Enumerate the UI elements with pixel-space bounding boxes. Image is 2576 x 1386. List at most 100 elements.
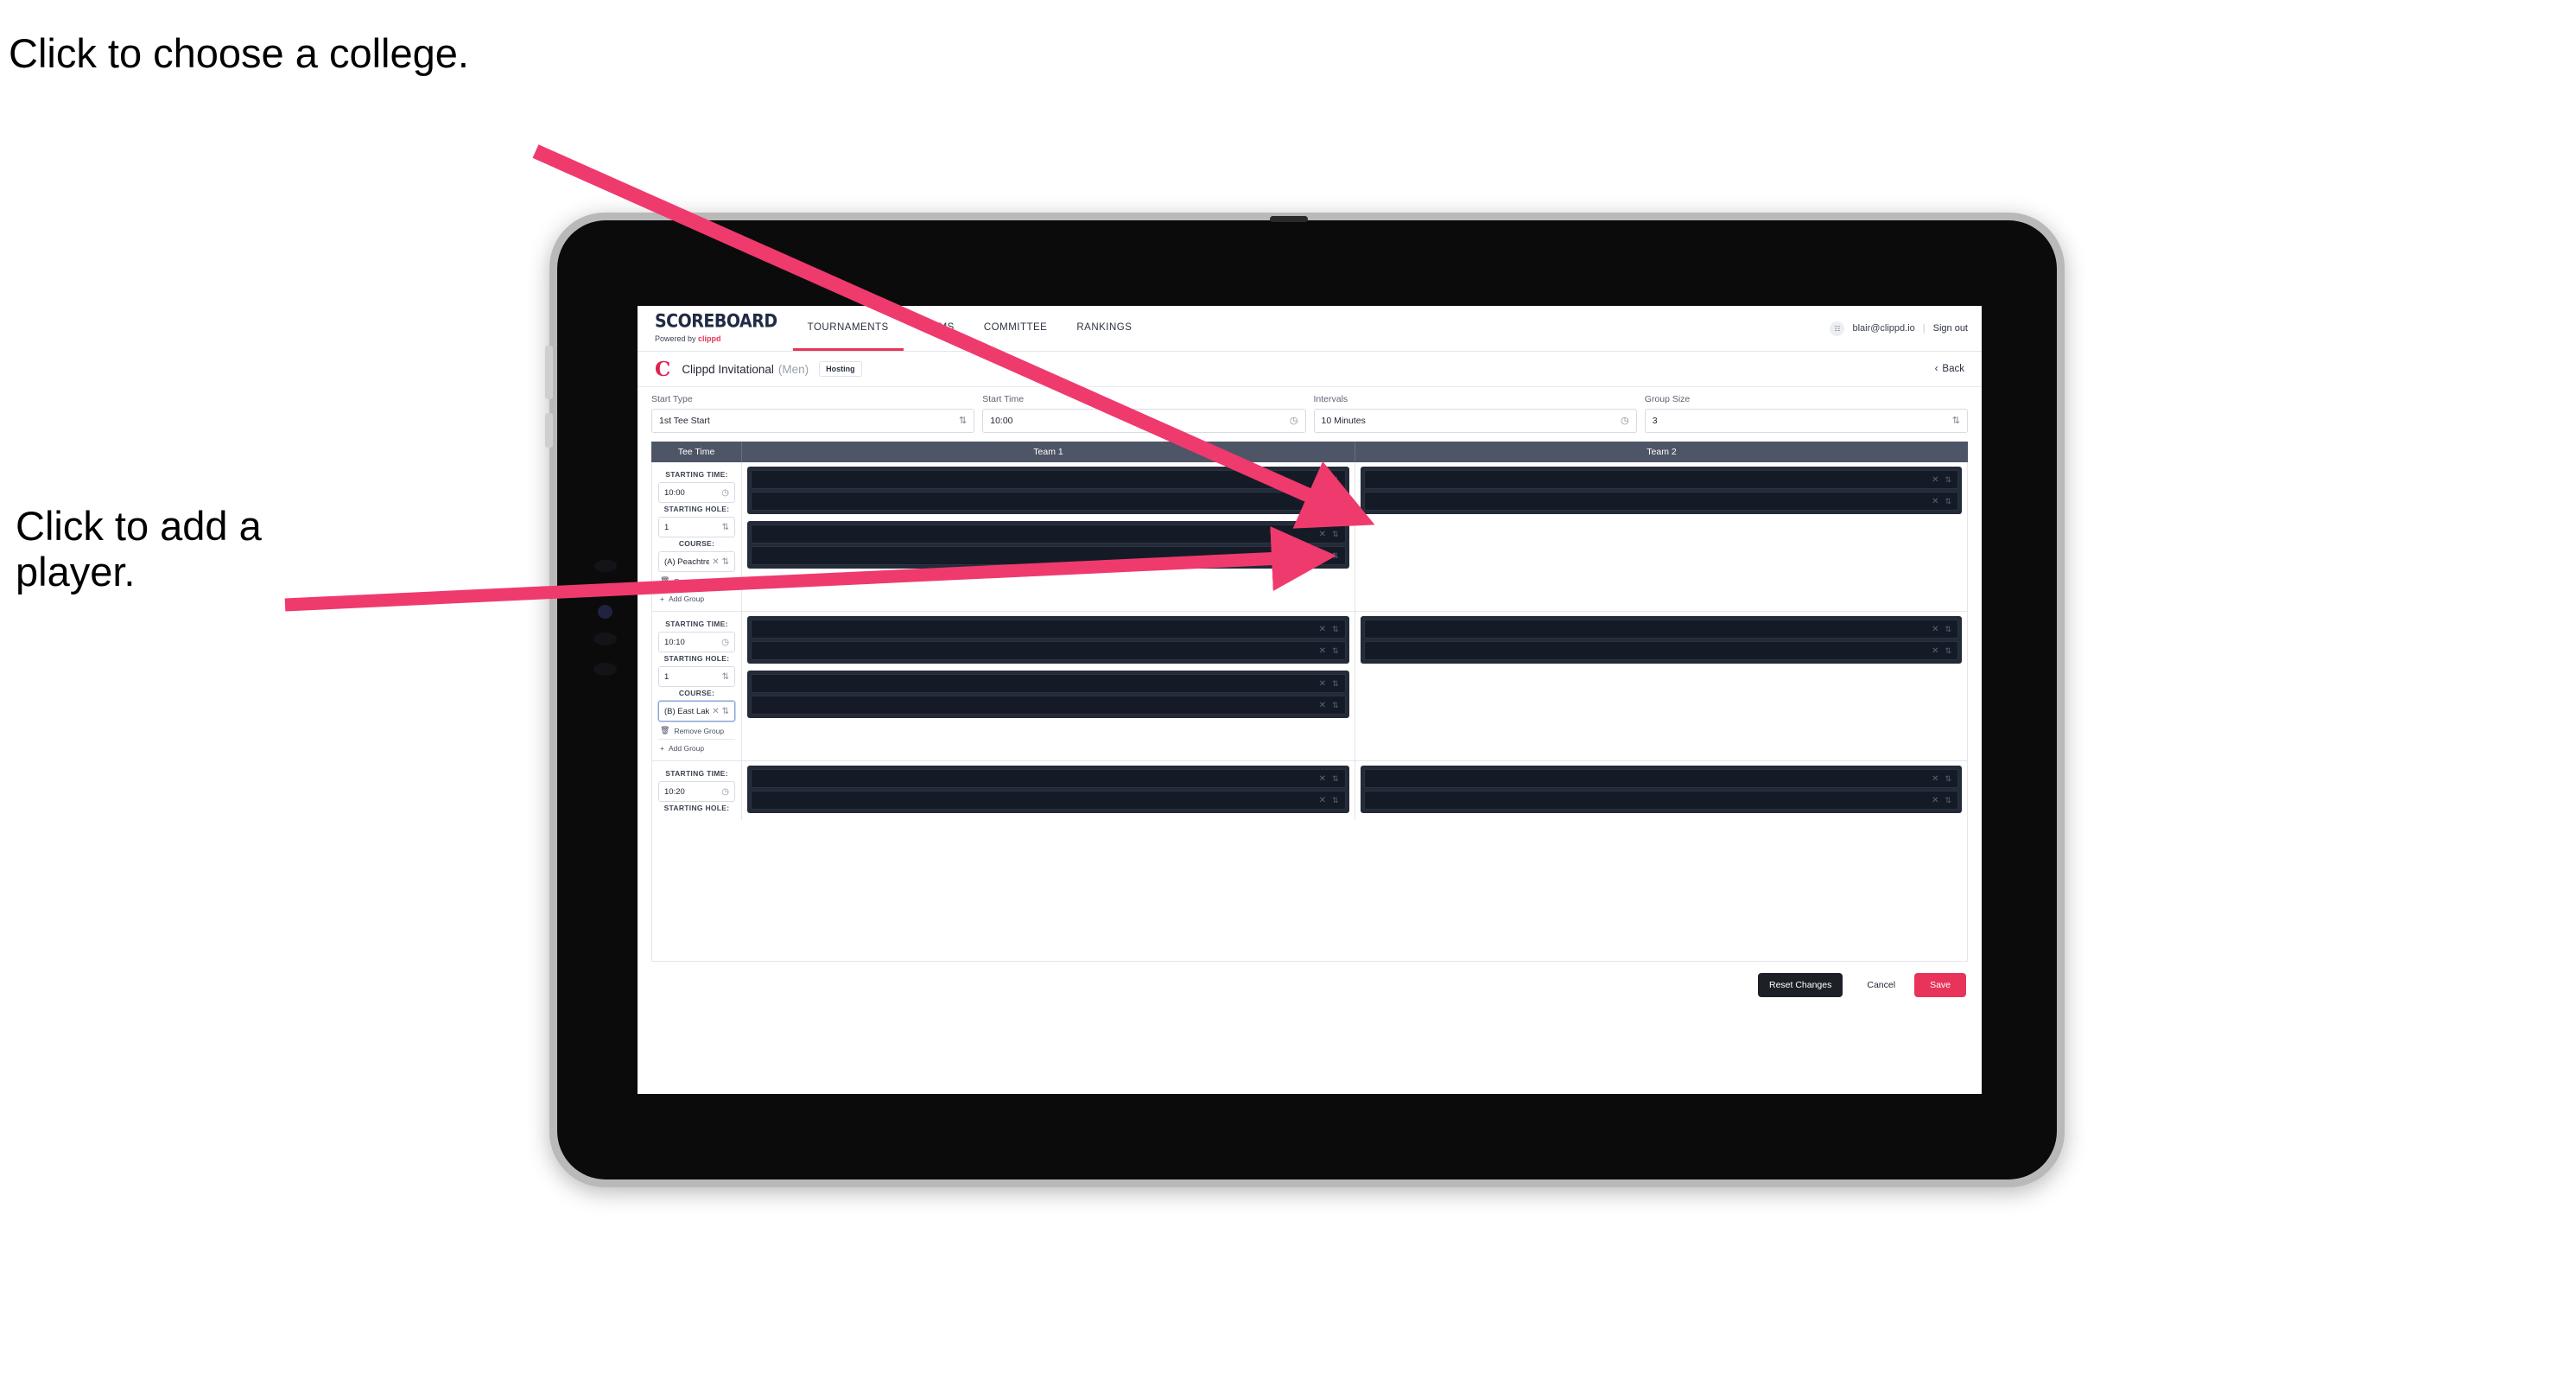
player-row[interactable]: ✕ ⇅ xyxy=(751,696,1346,715)
remove-player-icon[interactable]: ✕ xyxy=(1932,646,1938,656)
remove-player-icon[interactable]: ✕ xyxy=(1319,551,1326,561)
stepper-icon[interactable]: ⇅ xyxy=(1952,416,1960,426)
remove-group-button[interactable]: 🗑 Remove Group xyxy=(658,722,735,739)
remove-player-icon[interactable]: ✕ xyxy=(1932,497,1938,506)
remove-player-icon[interactable]: ✕ xyxy=(1319,625,1326,634)
remove-player-icon[interactable]: ✕ xyxy=(1319,796,1326,805)
stepper-icon[interactable]: ⇅ xyxy=(1332,475,1339,485)
starting-hole-input[interactable]: 1 ⇅ xyxy=(658,666,735,687)
player-group[interactable]: ✕ ⇅ ✕ ⇅ xyxy=(747,521,1349,569)
remove-player-icon[interactable]: ✕ xyxy=(1319,530,1326,539)
player-row[interactable]: ✕ ⇅ xyxy=(1363,620,1958,639)
remove-player-icon[interactable]: ✕ xyxy=(1319,646,1326,656)
starting-time-input[interactable]: 10:10 ◷ xyxy=(658,632,735,652)
player-row[interactable]: ✕ ⇅ xyxy=(751,470,1346,489)
tee-times-table-body[interactable]: STARTING TIME: 10:00 ◷ STARTING HOLE: 1 ⇅ COUR… xyxy=(651,462,1968,962)
player-group[interactable]: ✕ ⇅ ✕ ⇅ xyxy=(1360,467,1962,514)
tablet-camera-lens xyxy=(598,605,612,619)
nav-item-committee[interactable]: COMMITTEE xyxy=(969,306,1063,351)
clear-course-icon[interactable]: ✕ xyxy=(712,557,719,567)
stepper-icon[interactable]: ⇅ xyxy=(959,416,967,426)
remove-player-icon[interactable]: ✕ xyxy=(1319,679,1326,689)
player-group[interactable]: ✕ ⇅ ✕ ⇅ xyxy=(1360,766,1962,813)
stepper-icon[interactable]: ⇅ xyxy=(1332,679,1339,689)
player-row[interactable]: ✕ ⇅ xyxy=(751,525,1346,544)
brand-logo[interactable]: SCOREBOARD Powered by clippd xyxy=(638,306,793,351)
player-row[interactable]: ✕ ⇅ xyxy=(1363,769,1958,788)
clock-icon[interactable]: ◷ xyxy=(721,787,729,797)
clock-icon[interactable]: ◷ xyxy=(1290,416,1298,426)
avatar[interactable]: ☷ xyxy=(1830,321,1845,336)
tablet-volume-button[interactable] xyxy=(545,413,553,448)
sign-out-link[interactable]: Sign out xyxy=(1933,323,1968,334)
remove-player-icon[interactable]: ✕ xyxy=(1319,774,1326,784)
nav-item-teams[interactable]: TEAMS xyxy=(904,306,969,351)
remove-player-icon[interactable]: ✕ xyxy=(1932,796,1938,805)
remove-group-button[interactable]: 🗑 Remove Group xyxy=(658,572,735,589)
stepper-icon[interactable]: ⇅ xyxy=(1945,475,1951,485)
stepper-icon[interactable]: ⇅ xyxy=(1332,497,1339,506)
remove-player-icon[interactable]: ✕ xyxy=(1319,475,1326,485)
intervals-input[interactable]: 10 Minutes ◷ xyxy=(1313,409,1637,433)
remove-player-icon[interactable]: ✕ xyxy=(1932,475,1938,485)
nav-links: TOURNAMENTS TEAMS COMMITTEE RANKINGS xyxy=(792,306,1147,351)
stepper-icon[interactable]: ⇅ xyxy=(1332,551,1339,561)
stepper-icon[interactable]: ⇅ xyxy=(722,672,729,682)
stepper-icon[interactable]: ⇅ xyxy=(1945,796,1951,805)
reset-changes-button[interactable]: Reset Changes xyxy=(1757,973,1843,997)
remove-player-icon[interactable]: ✕ xyxy=(1319,701,1326,710)
add-group-button[interactable]: + Add Group xyxy=(658,739,735,756)
stepper-icon[interactable]: ⇅ xyxy=(1945,774,1951,784)
starting-time-input[interactable]: 10:00 ◷ xyxy=(658,482,735,503)
player-group[interactable]: ✕ ⇅ ✕ ⇅ xyxy=(747,616,1349,664)
player-group[interactable]: ✕ ⇅ ✕ ⇅ xyxy=(747,671,1349,718)
stepper-icon[interactable]: ⇅ xyxy=(722,523,729,532)
stepper-icon[interactable]: ⇅ xyxy=(722,707,729,716)
player-row[interactable]: ✕ ⇅ xyxy=(1363,641,1958,660)
nav-item-tournaments[interactable]: TOURNAMENTS xyxy=(792,306,904,351)
stepper-icon[interactable]: ⇅ xyxy=(1332,646,1339,656)
stepper-icon[interactable]: ⇅ xyxy=(1945,646,1951,656)
remove-player-icon[interactable]: ✕ xyxy=(1319,497,1326,506)
clear-course-icon[interactable]: ✕ xyxy=(712,707,719,716)
player-row[interactable]: ✕ ⇅ xyxy=(751,769,1346,788)
tablet-power-button[interactable] xyxy=(545,346,553,399)
player-group[interactable]: ✕ ⇅ ✕ ⇅ xyxy=(747,766,1349,813)
nav-item-rankings[interactable]: RANKINGS xyxy=(1062,306,1146,351)
stepper-icon[interactable]: ⇅ xyxy=(1332,796,1339,805)
player-row[interactable]: ✕ ⇅ xyxy=(751,546,1346,565)
starting-time-input[interactable]: 10:20 ◷ xyxy=(658,781,735,802)
player-group[interactable]: ✕ ⇅ ✕ ⇅ xyxy=(747,467,1349,514)
clock-icon[interactable]: ◷ xyxy=(721,638,729,647)
stepper-icon[interactable]: ⇅ xyxy=(1332,774,1339,784)
start-time-input[interactable]: 10:00 ◷ xyxy=(982,409,1306,433)
cancel-button[interactable]: Cancel xyxy=(1853,973,1909,997)
group-size-select[interactable]: 3 ⇅ xyxy=(1644,409,1968,433)
back-button[interactable]: ‹ Back xyxy=(1935,364,1964,374)
player-row[interactable]: ✕ ⇅ xyxy=(751,492,1346,511)
stepper-icon[interactable]: ⇅ xyxy=(1332,701,1339,710)
clock-icon[interactable]: ◷ xyxy=(1621,416,1629,426)
player-row[interactable]: ✕ ⇅ xyxy=(751,620,1346,639)
stepper-icon[interactable]: ⇅ xyxy=(1332,530,1339,539)
player-row[interactable]: ✕ ⇅ xyxy=(751,791,1346,810)
start-type-select[interactable]: 1st Tee Start ⇅ xyxy=(651,409,975,433)
remove-player-icon[interactable]: ✕ xyxy=(1932,774,1938,784)
course-select[interactable]: (B) East Lake GC✕⇅ xyxy=(658,701,735,722)
stepper-icon[interactable]: ⇅ xyxy=(1332,625,1339,634)
stepper-icon[interactable]: ⇅ xyxy=(1945,497,1951,506)
player-row[interactable]: ✕ ⇅ xyxy=(1363,791,1958,810)
clock-icon[interactable]: ◷ xyxy=(721,488,729,498)
player-group[interactable]: ✕ ⇅ ✕ ⇅ xyxy=(1360,616,1962,664)
starting-hole-input[interactable]: 1 ⇅ xyxy=(658,517,735,537)
remove-player-icon[interactable]: ✕ xyxy=(1932,625,1938,634)
player-row[interactable]: ✕ ⇅ xyxy=(751,641,1346,660)
add-group-button[interactable]: + Add Group xyxy=(658,589,735,607)
course-select[interactable]: (A) Peachtree GC✕⇅ xyxy=(658,551,735,572)
save-button[interactable]: Save xyxy=(1914,973,1966,997)
player-row[interactable]: ✕ ⇅ xyxy=(1363,492,1958,511)
player-row[interactable]: ✕ ⇅ xyxy=(1363,470,1958,489)
stepper-icon[interactable]: ⇅ xyxy=(1945,625,1951,634)
stepper-icon[interactable]: ⇅ xyxy=(722,557,729,567)
player-row[interactable]: ✕ ⇅ xyxy=(751,674,1346,693)
